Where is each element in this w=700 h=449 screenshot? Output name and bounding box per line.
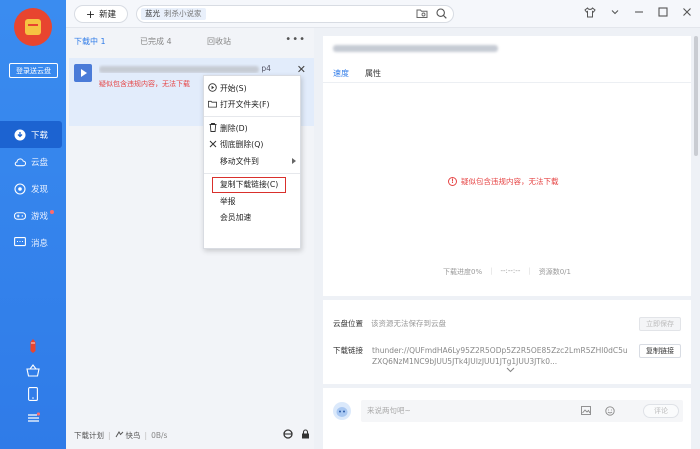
speed-value: 0B/s [151,430,168,440]
cloud-panel: 云盘位置 该资源无法保存到云盘 立即保存 下载链接 thunder://QUFmd… [323,300,691,384]
login-button[interactable]: 登录送云盘 [9,63,58,78]
menu-item-move-to[interactable]: 移动文件到 [204,153,300,170]
tab-downloading[interactable]: 下载中 1 [74,36,140,50]
download-plan-link[interactable]: 下载计划 [74,430,104,441]
task-warning: 疑似包含违规内容，无法下载 [99,80,190,88]
tab-completed[interactable]: 已完成 4 [140,36,207,50]
comment-panel: 来说两句吧~ 评论 [323,388,691,449]
menu-item-delete[interactable]: 删除(D) [204,120,300,137]
sidebar-item-label: 消息 [31,238,49,249]
kuainiao-icon [115,430,124,441]
sidebar-item-discover[interactable]: 发现 [0,175,66,202]
progress-info: 下载进度0% | --:--:-- | 资源数0/1 [443,267,571,276]
trash-icon [208,123,217,132]
status-bar: 下载计划 | 快鸟 | 0B/s [74,429,310,441]
sidebar: 登录送云盘 下载 云盘 发现 游戏 消息 [0,0,66,449]
sidebar-item-label: 游戏 [31,211,49,222]
close-icon[interactable] [682,7,692,21]
folder-search-icon[interactable] [416,8,428,22]
lock-icon[interactable] [301,429,310,441]
sidebar-item-label: 发现 [31,184,49,195]
menu-item-start[interactable]: 开始(S) [204,80,300,97]
gamepad-icon [14,210,26,222]
mascot-avatar-icon [333,402,351,420]
discover-icon [14,182,26,195]
context-menu: 开始(S) 打开文件夹(F) 删除(D) 彻底删除(Q) 移动文件到 复制下载链… [203,75,301,249]
sidebar-item-games[interactable]: 游戏 [0,202,66,229]
download-tabs: 下载中 1 已完成 4 回收站 ••• [74,34,310,50]
sidebar-item-download[interactable]: 下载 [0,121,62,148]
tab-speed[interactable]: 速度 [333,68,349,83]
download-icon [14,129,26,141]
new-task-button[interactable]: + 新建 [74,5,128,23]
notification-dot [50,210,54,214]
x-icon [208,140,217,149]
sidebar-item-label: 下载 [31,130,49,141]
time-label: --:--:-- [500,267,521,275]
emoji-icon[interactable] [605,406,615,419]
menu-item-report[interactable]: 举报 [204,193,300,210]
submenu-arrow-icon [292,158,296,164]
topbar: + 新建 蓝光 刺杀小说家 [66,0,700,28]
speed-mode-label[interactable]: 快鸟 [126,430,141,441]
basket-icon[interactable] [25,362,41,378]
ie-icon[interactable] [283,429,293,441]
warning-icon: ! [448,177,457,186]
detail-warning: ! 疑似包含违规内容，无法下载 [448,176,559,187]
resources-label: 资源数0/1 [538,268,571,276]
menu-item-delete-permanently[interactable]: 彻底删除(Q) [204,137,300,154]
chevron-down-icon[interactable] [610,7,620,21]
menu-divider [204,172,300,174]
download-link-value: thunder://QUFmdHA6Ly95Z2R5ODp5Z2R5OE85Zz… [372,346,628,366]
plus-icon: + [85,7,96,21]
divider [323,82,691,83]
skin-icon[interactable] [584,7,596,21]
menu-item-copy-link[interactable]: 复制下载链接(C) [212,176,286,193]
video-file-icon [74,64,92,82]
tab-properties[interactable]: 属性 [365,68,381,83]
pen-icon[interactable] [25,338,41,354]
app-logo-icon [25,19,41,35]
copy-link-button[interactable]: 复制链接 [639,344,681,358]
maximize-icon[interactable] [658,7,668,21]
progress-label: 下载进度0% [443,268,483,276]
scrollbar[interactable] [694,36,698,156]
chevron-down-icon[interactable] [506,366,515,375]
search-icon[interactable] [436,8,447,22]
sidebar-item-label: 云盘 [31,157,49,168]
tablet-icon[interactable] [25,386,41,402]
play-circle-icon [208,83,217,92]
save-to-cloud-button[interactable]: 立即保存 [639,317,681,331]
menu-item-open-folder[interactable]: 打开文件夹(F) [204,97,300,114]
cloud-location-row: 云盘位置 该资源无法保存到云盘 [333,319,446,328]
search-input[interactable]: 蓝光 刺杀小说家 [136,5,454,23]
menu-divider [204,116,300,117]
search-tag: 蓝光 刺杀小说家 [141,8,206,20]
detail-tabs: 速度 属性 [333,68,381,83]
more-icon[interactable]: ••• [285,34,306,45]
task-details-panel: 速度 属性 ! 疑似包含违规内容，无法下载 下载进度0% | --:--:-- … [323,36,691,296]
sidebar-item-messages[interactable]: 消息 [0,229,66,256]
submit-comment-button[interactable]: 评论 [643,404,679,418]
detail-title [333,44,498,54]
menu-icon[interactable] [25,410,41,426]
message-icon [14,237,26,249]
menu-item-vip-accelerate[interactable]: 会员加速 [204,210,300,227]
minimize-icon[interactable] [634,7,644,21]
folder-icon [208,100,217,109]
task-file-name: p4 [99,64,279,73]
sidebar-nav: 下载 云盘 发现 游戏 消息 [0,121,66,256]
avatar[interactable] [14,8,52,46]
image-icon[interactable] [581,406,591,419]
download-link-label: 下载链接 [333,346,363,355]
tab-recycle-bin[interactable]: 回收站 [207,36,231,50]
sidebar-item-cloud[interactable]: 云盘 [0,148,66,175]
comment-input[interactable]: 来说两句吧~ [361,400,683,422]
cloud-icon [14,156,26,168]
